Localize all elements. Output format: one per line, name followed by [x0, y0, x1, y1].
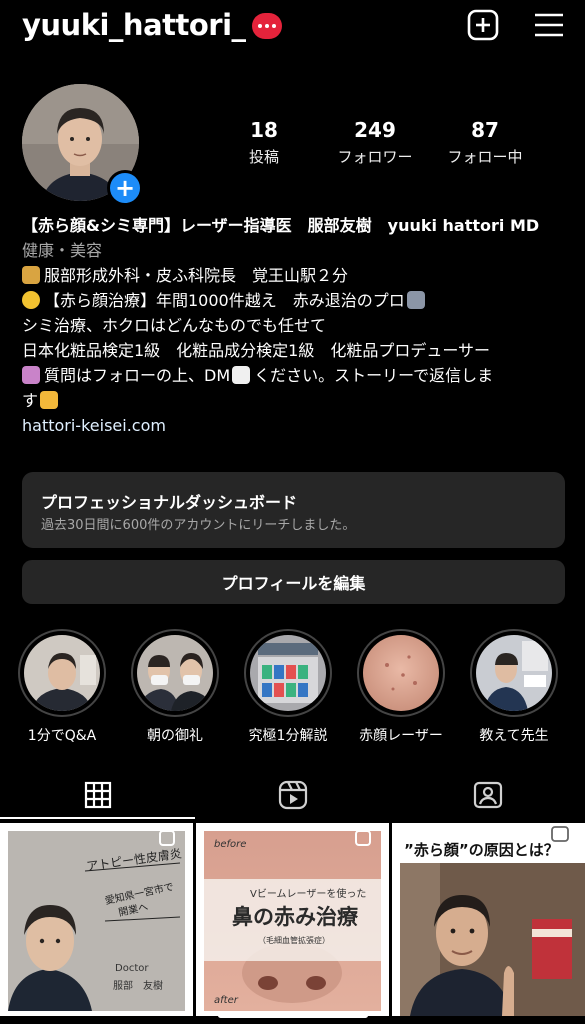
envelope-emoji-icon	[232, 366, 251, 384]
bio-line-1: 服部形成外科・皮ふ科院長 覚王山駅２分	[22, 263, 562, 288]
hamburger-menu-icon[interactable]	[532, 8, 566, 42]
crossed-swords-emoji-icon	[406, 291, 425, 309]
home-indicator	[218, 1013, 368, 1018]
post-sign: 服部 友樹	[113, 981, 163, 992]
profile-tab-bar	[0, 770, 585, 820]
pointing-hand-emoji-icon	[40, 391, 59, 409]
stat-followers-count: 249	[354, 118, 396, 142]
highlight-label: 赤顔レーザー	[359, 728, 443, 744]
profile-username[interactable]: yuuki_hattori_	[22, 8, 246, 42]
profile-display-name: 【赤ら顔&シミ専門】レーザー指導医 服部友樹 yuuki hattori MD	[22, 216, 540, 235]
post-thumbnail[interactable]: before Vビームレーザーを使った 鼻の赤み治療 （毛細血管拡張症） aft…	[196, 823, 389, 1016]
stat-posts-count: 18	[250, 118, 278, 142]
grid-icon[interactable]	[0, 770, 195, 820]
star-emoji-icon	[22, 291, 40, 309]
post-title: ”赤ら顔”の原因とは？	[404, 841, 559, 859]
active-tab-indicator	[0, 817, 195, 819]
reels-icon[interactable]	[195, 770, 390, 820]
post-thumbnail[interactable]: ”赤ら顔”の原因とは？	[392, 823, 585, 1016]
profile-website-link[interactable]: hattori-keisei.com	[22, 413, 562, 438]
stat-followers-label: フォロワー	[337, 148, 413, 166]
highlight-ask-doctor[interactable]: 教えて先生	[470, 629, 558, 745]
professional-dashboard-card[interactable]: プロフェッショナルダッシュボード 過去30日間に600件のアカウントにリーチしま…	[22, 472, 565, 548]
post-subtitle: Vビームレーザーを使った	[250, 889, 367, 900]
stat-following-label: フォロー中	[447, 148, 523, 166]
notification-badge[interactable]	[252, 13, 282, 39]
profile-bio: 【赤ら顔&シミ専門】レーザー指導医 服部友樹 yuuki hattori MD …	[22, 213, 562, 438]
raising-hand-emoji-icon	[22, 366, 40, 384]
doctor-emoji-icon	[22, 266, 40, 284]
highlight-label: 1分でQ&A	[27, 728, 97, 744]
highlight-explainer[interactable]: 究極1分解説	[244, 629, 332, 745]
bio-line-4: 日本化粧品検定1級 化粧品成分検定1級 化粧品プロデューサー	[22, 341, 491, 360]
post-sign: Doctor	[115, 963, 149, 974]
stat-followers[interactable]: 249 フォロワー	[320, 118, 430, 167]
post-title: 鼻の赤み治療	[232, 905, 358, 929]
dashboard-title: プロフェッショナルダッシュボード	[41, 493, 298, 512]
dashboard-subtitle: 過去30日間に600件のアカウントにリーチしました。	[41, 518, 356, 533]
edit-profile-button[interactable]: プロフィールを編集	[22, 560, 565, 604]
highlight-label: 教えて先生	[479, 728, 549, 744]
highlight-label: 朝の御礼	[147, 728, 203, 744]
post-before-label: before	[214, 839, 247, 850]
add-story-plus-icon[interactable]: +	[107, 170, 143, 206]
plus-square-icon[interactable]	[466, 8, 500, 42]
post-thumbnail[interactable]: アトピー性皮膚炎 愛知県一宮市で 開業へ Doctor 服部 友樹	[0, 823, 193, 1016]
highlight-label: 究極1分解説	[248, 728, 328, 744]
bio-line-6: す	[22, 388, 562, 413]
bio-line-2: 【赤ら顔治療】年間1000件越え 赤み退治のプロ	[22, 288, 562, 313]
stat-following-count: 87	[471, 118, 499, 142]
highlight-red-laser[interactable]: 赤顔レーザー	[357, 629, 445, 745]
stat-following[interactable]: 87 フォロー中	[430, 118, 540, 167]
highlight-morning[interactable]: 朝の御礼	[131, 629, 219, 745]
post-note: （毛細血管拡張症）	[258, 936, 330, 945]
bio-line-5: 質問はフォローの上、DM ください。ストーリーで返信しま	[22, 363, 562, 388]
bio-line-3: シミ治療、ホクロはどんなものでも任せて	[22, 316, 327, 335]
stat-posts-label: 投稿	[248, 148, 279, 166]
tagged-icon[interactable]	[390, 770, 585, 820]
profile-category: 健康・美容	[22, 241, 103, 260]
highlight-qa[interactable]: 1分でQ&A	[18, 629, 106, 745]
stat-posts[interactable]: 18 投稿	[209, 118, 319, 167]
post-after-label: after	[214, 995, 238, 1006]
